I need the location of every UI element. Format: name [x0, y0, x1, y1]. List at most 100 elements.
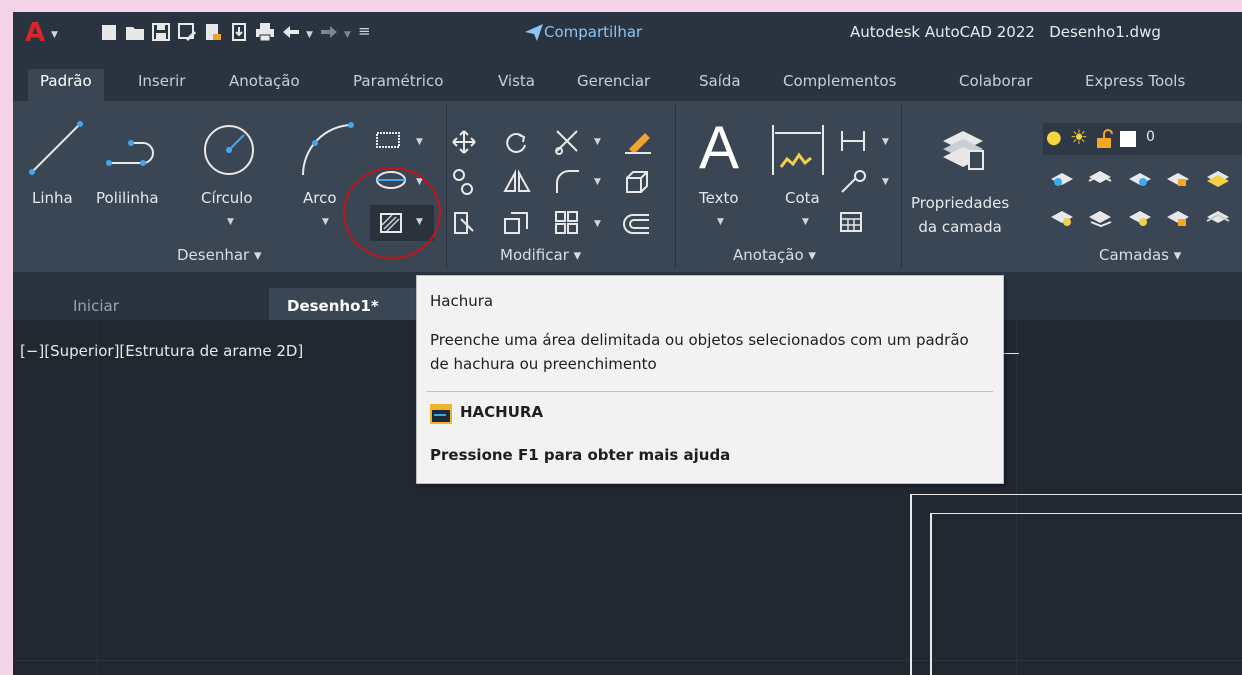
dimension-dropdown-icon[interactable]: ▼	[802, 217, 809, 227]
layer-freeze-icon[interactable]	[1127, 167, 1153, 189]
arc-button[interactable]: Arco	[303, 189, 337, 207]
drawing-rectangle-outer	[910, 494, 912, 675]
file-name: Desenho1.dwg	[1049, 23, 1161, 41]
crosshair-line	[1003, 353, 1019, 354]
table-icon[interactable]	[839, 211, 863, 233]
tab-saida[interactable]: Saída	[699, 72, 741, 96]
share-button[interactable]: Compartilhar	[544, 23, 642, 41]
layer-walk-icon[interactable]	[1205, 207, 1231, 229]
rectangle-icon[interactable]	[374, 129, 404, 151]
array-dropdown-icon[interactable]: ▼	[594, 219, 601, 229]
mirror-icon[interactable]	[503, 169, 531, 195]
title-bar: A ▼ ▼ ▼ ≡ Compartilhar Autodesk AutoCAD …	[13, 12, 1242, 55]
leader-icon[interactable]	[839, 169, 869, 195]
layer-previous-icon[interactable]	[1087, 207, 1113, 229]
linear-dimension-icon[interactable]	[839, 129, 867, 153]
line-icon	[29, 121, 83, 175]
tooltip-help: Pressione F1 para obter mais ajuda	[430, 446, 731, 464]
undo-icon[interactable]	[281, 22, 301, 42]
line-button[interactable]: Linha	[32, 189, 73, 207]
undo-dropdown-icon[interactable]: ▼	[306, 30, 313, 40]
fillet-dropdown-icon[interactable]: ▼	[594, 177, 601, 187]
tab-inserir[interactable]: Inserir	[138, 72, 185, 96]
match-layer-icon[interactable]	[1049, 207, 1075, 229]
redo-icon[interactable]	[319, 22, 339, 42]
fillet-icon[interactable]	[553, 167, 581, 195]
app-name: Autodesk AutoCAD 2022	[850, 23, 1035, 41]
save-icon[interactable]	[151, 22, 171, 42]
save-as-icon[interactable]	[177, 22, 197, 42]
make-current-icon[interactable]	[1205, 167, 1231, 189]
tab-parametrico[interactable]: Paramétrico	[353, 72, 443, 96]
erase-icon[interactable]	[623, 129, 653, 155]
layer-dropdown[interactable]: ● ☀ 0	[1043, 123, 1242, 155]
trim-icon[interactable]	[553, 127, 583, 155]
layer-tools-row-2	[1049, 205, 1242, 235]
new-file-icon[interactable]	[99, 22, 119, 42]
circle-button[interactable]: Círculo	[201, 189, 253, 207]
trim-dropdown-icon[interactable]: ▼	[594, 137, 601, 147]
annotation-panel-title[interactable]: Anotação ▾	[733, 246, 816, 264]
rectangular-array-icon[interactable]	[553, 209, 581, 237]
draw-panel-title[interactable]: Desenhar ▾	[177, 246, 262, 264]
hatch-tooltip: Hachura Preenche uma área delimitada ou …	[416, 275, 1004, 484]
layer-properties-button[interactable]: Propriedades da camada	[911, 191, 1009, 239]
viewport-controls-label[interactable]: [−][Superior][Estrutura de arame 2D]	[20, 342, 303, 360]
tab-start[interactable]: Iniciar	[43, 288, 233, 320]
circle-dropdown-icon[interactable]: ▼	[227, 217, 234, 227]
share-icon[interactable]	[524, 22, 544, 42]
lightbulb-icon: ●	[1046, 127, 1062, 148]
customize-quick-access-icon[interactable]: ≡	[358, 22, 371, 40]
circle-icon	[204, 125, 254, 175]
ribbon: Linha Polilinha Círculo ▼ Arco ▼ ▼ ▼ ▼ D…	[13, 101, 1242, 272]
grid-line	[97, 320, 98, 675]
unlock-icon	[1097, 129, 1113, 148]
redo-dropdown-icon[interactable]: ▼	[344, 30, 351, 40]
layer-properties-icon	[943, 131, 984, 170]
rotate-icon[interactable]	[503, 129, 529, 155]
polyline-button[interactable]: Polilinha	[96, 189, 159, 207]
dimension-button[interactable]: Cota	[785, 189, 820, 207]
layer-lock-icon[interactable]	[1165, 167, 1191, 189]
layer-tools-row-1	[1049, 165, 1242, 195]
tab-complementos[interactable]: Complementos	[783, 72, 896, 96]
layer-color-swatch	[1120, 131, 1136, 147]
linear-dimension-dropdown-icon[interactable]: ▼	[882, 137, 889, 147]
text-icon: A	[699, 114, 740, 181]
tab-anotacao[interactable]: Anotação	[229, 72, 300, 96]
layers-panel-title[interactable]: Camadas ▾	[1099, 246, 1181, 264]
layer-unlock-icon[interactable]	[1165, 207, 1191, 229]
open-from-web-icon[interactable]	[203, 22, 223, 42]
save-to-web-icon[interactable]	[229, 22, 249, 42]
tab-gerenciar[interactable]: Gerenciar	[577, 72, 650, 96]
tab-colaborar[interactable]: Colaborar	[959, 72, 1032, 96]
arc-dropdown-icon[interactable]: ▼	[322, 217, 329, 227]
rectangle-dropdown-icon[interactable]: ▼	[416, 137, 423, 147]
ribbon-tabs: Padrão Inserir Anotação Paramétrico Vist…	[13, 55, 1242, 102]
chevron-down-icon[interactable]: ▼	[51, 30, 58, 40]
move-icon[interactable]	[451, 129, 477, 155]
tab-express-tools[interactable]: Express Tools	[1085, 72, 1185, 96]
layer-thaw-icon[interactable]	[1127, 207, 1153, 229]
tab-vista[interactable]: Vista	[498, 72, 535, 96]
tab-drawing1[interactable]: Desenho1*	[269, 288, 429, 320]
leader-dropdown-icon[interactable]: ▼	[882, 177, 889, 187]
text-dropdown-icon[interactable]: ▼	[717, 217, 724, 227]
plot-icon[interactable]	[255, 22, 275, 42]
copy-icon[interactable]	[451, 167, 477, 197]
panel-divider	[675, 103, 676, 268]
stretch-icon[interactable]	[451, 209, 479, 237]
sun-icon: ☀	[1070, 125, 1088, 149]
open-folder-icon[interactable]	[125, 22, 145, 42]
tooltip-command: HACHURA	[460, 403, 544, 421]
scale-icon[interactable]	[503, 209, 531, 237]
panel-divider	[446, 103, 447, 268]
layer-off-icon[interactable]	[1049, 167, 1075, 189]
application-menu-button[interactable]: A	[25, 18, 45, 48]
modify-panel-title[interactable]: Modificar ▾	[500, 246, 581, 264]
layer-isolate-icon[interactable]	[1087, 167, 1113, 189]
text-button[interactable]: Texto	[699, 189, 739, 207]
tab-padrao[interactable]: Padrão	[28, 69, 104, 102]
array-3d-icon[interactable]	[623, 169, 651, 197]
offset-icon[interactable]	[623, 211, 651, 237]
